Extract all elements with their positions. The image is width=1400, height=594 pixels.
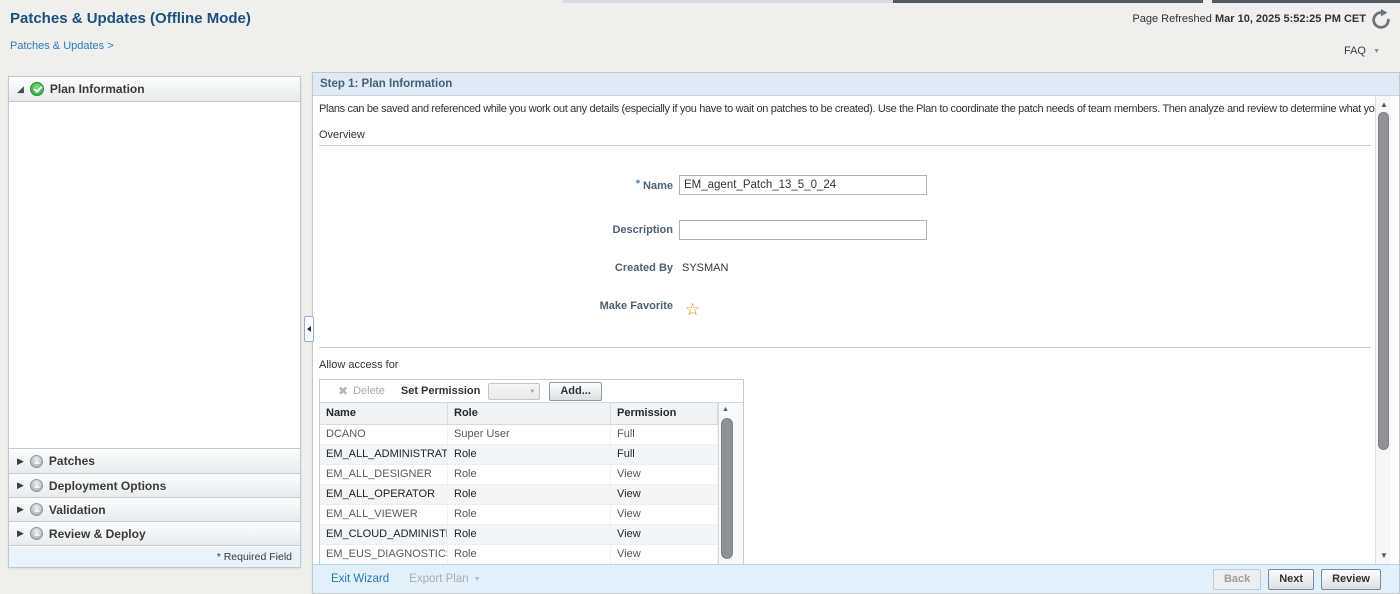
window-top-edge bbox=[563, 0, 893, 3]
step-pending-icon bbox=[30, 503, 43, 516]
step-validation[interactable]: ▶ Validation bbox=[9, 497, 300, 522]
next-button[interactable]: Next bbox=[1268, 569, 1314, 590]
page-refreshed-time: Mar 10, 2025 5:52:25 PM CET bbox=[1215, 13, 1366, 25]
divider bbox=[319, 145, 1371, 146]
column-header-permission[interactable]: Permission bbox=[611, 403, 718, 424]
allow-access-section-label: Allow access for bbox=[319, 359, 398, 371]
description-row: Description bbox=[313, 220, 927, 240]
step-pending-icon bbox=[30, 527, 43, 540]
table-row[interactable]: EM_ALL_ADMINISTRATORRoleFull bbox=[320, 445, 718, 465]
description-field[interactable] bbox=[679, 220, 927, 240]
required-asterisk: * bbox=[636, 178, 640, 190]
table-row[interactable]: DCANOSuper UserFull bbox=[320, 425, 718, 445]
delete-icon: ✖ bbox=[338, 384, 348, 398]
favorite-star-icon[interactable]: ☆ bbox=[685, 301, 700, 318]
step-description: Plans can be saved and referenced while … bbox=[319, 103, 1375, 115]
description-label: Description bbox=[313, 224, 673, 236]
step-patches[interactable]: ▶ Patches bbox=[9, 449, 300, 474]
scrollbar-thumb[interactable] bbox=[1378, 112, 1389, 450]
delete-button[interactable]: Delete bbox=[353, 385, 385, 397]
divider bbox=[319, 347, 1371, 348]
required-field-note: * Required Field bbox=[9, 547, 300, 567]
column-header-name[interactable]: Name bbox=[320, 403, 448, 424]
scroll-up-icon[interactable]: ▲ bbox=[722, 406, 729, 413]
step-label: Patches bbox=[49, 454, 95, 468]
window-top-edge bbox=[893, 0, 1203, 3]
table-row[interactable]: EM_ALL_DESIGNERRoleView bbox=[320, 465, 718, 485]
table-scrollbar[interactable]: ▲ bbox=[718, 403, 743, 564]
page-refreshed-prefix: Page Refreshed bbox=[1132, 13, 1212, 25]
step-label: Deployment Options bbox=[49, 479, 166, 493]
disclosure-collapsed-icon: ▶ bbox=[17, 481, 24, 490]
disclosure-expanded-icon: ◢ bbox=[17, 85, 24, 94]
back-button: Back bbox=[1213, 569, 1261, 590]
disclosure-collapsed-icon: ▶ bbox=[17, 457, 24, 466]
step-review-deploy[interactable]: ▶ Review & Deploy bbox=[9, 521, 300, 546]
step-deployment-options[interactable]: ▶ Deployment Options bbox=[9, 473, 300, 498]
add-button[interactable]: Add... bbox=[549, 382, 602, 401]
breadcrumb[interactable]: Patches & Updates > bbox=[10, 40, 114, 52]
wizard-content-panel: Step 1: Plan Information Plans can be sa… bbox=[312, 72, 1400, 594]
chevron-down-icon: ▼ bbox=[474, 576, 481, 583]
step-label: Validation bbox=[49, 503, 106, 517]
table-row[interactable]: EM_CLOUD_ADMINISTR...RoleView bbox=[320, 525, 718, 545]
chevron-down-icon: ▼ bbox=[529, 389, 535, 395]
access-table-header: Name Role Permission bbox=[320, 403, 718, 425]
step-content: Plans can be saved and referenced while … bbox=[313, 96, 1399, 564]
collapse-left-icon bbox=[307, 326, 311, 332]
name-row: *Name bbox=[313, 175, 927, 195]
step-complete-icon bbox=[30, 82, 44, 96]
table-row[interactable]: EM_ALL_VIEWERRoleView bbox=[320, 505, 718, 525]
scroll-down-icon[interactable]: ▼ bbox=[1380, 551, 1388, 560]
access-table-toolbar: ✖ Delete Set Permission ▼ Add... bbox=[320, 380, 743, 403]
faq-menu[interactable]: FAQ ▼ bbox=[1344, 45, 1380, 57]
step-pending-icon bbox=[30, 479, 43, 492]
page-refreshed-text: Page Refreshed Mar 10, 2025 5:52:25 PM C… bbox=[1132, 13, 1366, 25]
content-scrollbar[interactable]: ▲ ▼ bbox=[1375, 96, 1391, 564]
disclosure-collapsed-icon: ▶ bbox=[17, 529, 24, 538]
column-header-role[interactable]: Role bbox=[448, 403, 611, 424]
exit-wizard-link[interactable]: Exit Wizard bbox=[331, 573, 389, 585]
faq-label: FAQ bbox=[1344, 45, 1366, 57]
scroll-up-icon[interactable]: ▲ bbox=[1380, 100, 1388, 109]
step-label: Review & Deploy bbox=[49, 527, 146, 541]
created-by-value: SYSMAN bbox=[682, 262, 728, 274]
set-permission-select[interactable]: ▼ bbox=[488, 383, 540, 400]
step-header-title: Step 1: Plan Information bbox=[313, 73, 1399, 96]
disclosure-collapsed-icon: ▶ bbox=[17, 505, 24, 514]
step-pending-icon bbox=[30, 455, 43, 468]
page-title: Patches & Updates (Offline Mode) bbox=[10, 10, 251, 27]
window-top-edge bbox=[1212, 0, 1400, 3]
name-field[interactable] bbox=[679, 175, 927, 195]
overview-section-label: Overview bbox=[319, 129, 365, 141]
created-by-row: Created By SYSMAN bbox=[313, 262, 728, 274]
scrollbar-thumb[interactable] bbox=[721, 418, 733, 559]
wizard-steps-panel: ◢ Plan Information ▶ Patches ▶ Deploymen… bbox=[8, 76, 301, 568]
chevron-down-icon: ▼ bbox=[1373, 48, 1380, 55]
access-table: ✖ Delete Set Permission ▼ Add... Name Ro… bbox=[319, 379, 744, 564]
make-favorite-row: Make Favorite ☆ bbox=[313, 297, 700, 314]
panel-collapse-handle[interactable] bbox=[304, 316, 314, 342]
step-label: Plan Information bbox=[50, 82, 145, 96]
review-button[interactable]: Review bbox=[1321, 569, 1381, 590]
refresh-icon[interactable] bbox=[1370, 9, 1392, 31]
created-by-label: Created By bbox=[313, 262, 673, 274]
step-plan-information[interactable]: ◢ Plan Information bbox=[9, 77, 300, 102]
name-label: *Name bbox=[313, 178, 673, 192]
wizard-footer: Exit Wizard Export Plan▼ Back Next Revie… bbox=[313, 564, 1399, 593]
set-permission-label: Set Permission bbox=[401, 385, 480, 397]
make-favorite-label: Make Favorite bbox=[313, 300, 673, 312]
export-plan-menu: Export Plan▼ bbox=[409, 573, 480, 585]
table-row[interactable]: EM_EUS_DIAGNOSTICSRoleView bbox=[320, 545, 718, 564]
table-row[interactable]: EM_ALL_OPERATORRoleView bbox=[320, 485, 718, 505]
step-plan-information-body bbox=[9, 102, 300, 449]
